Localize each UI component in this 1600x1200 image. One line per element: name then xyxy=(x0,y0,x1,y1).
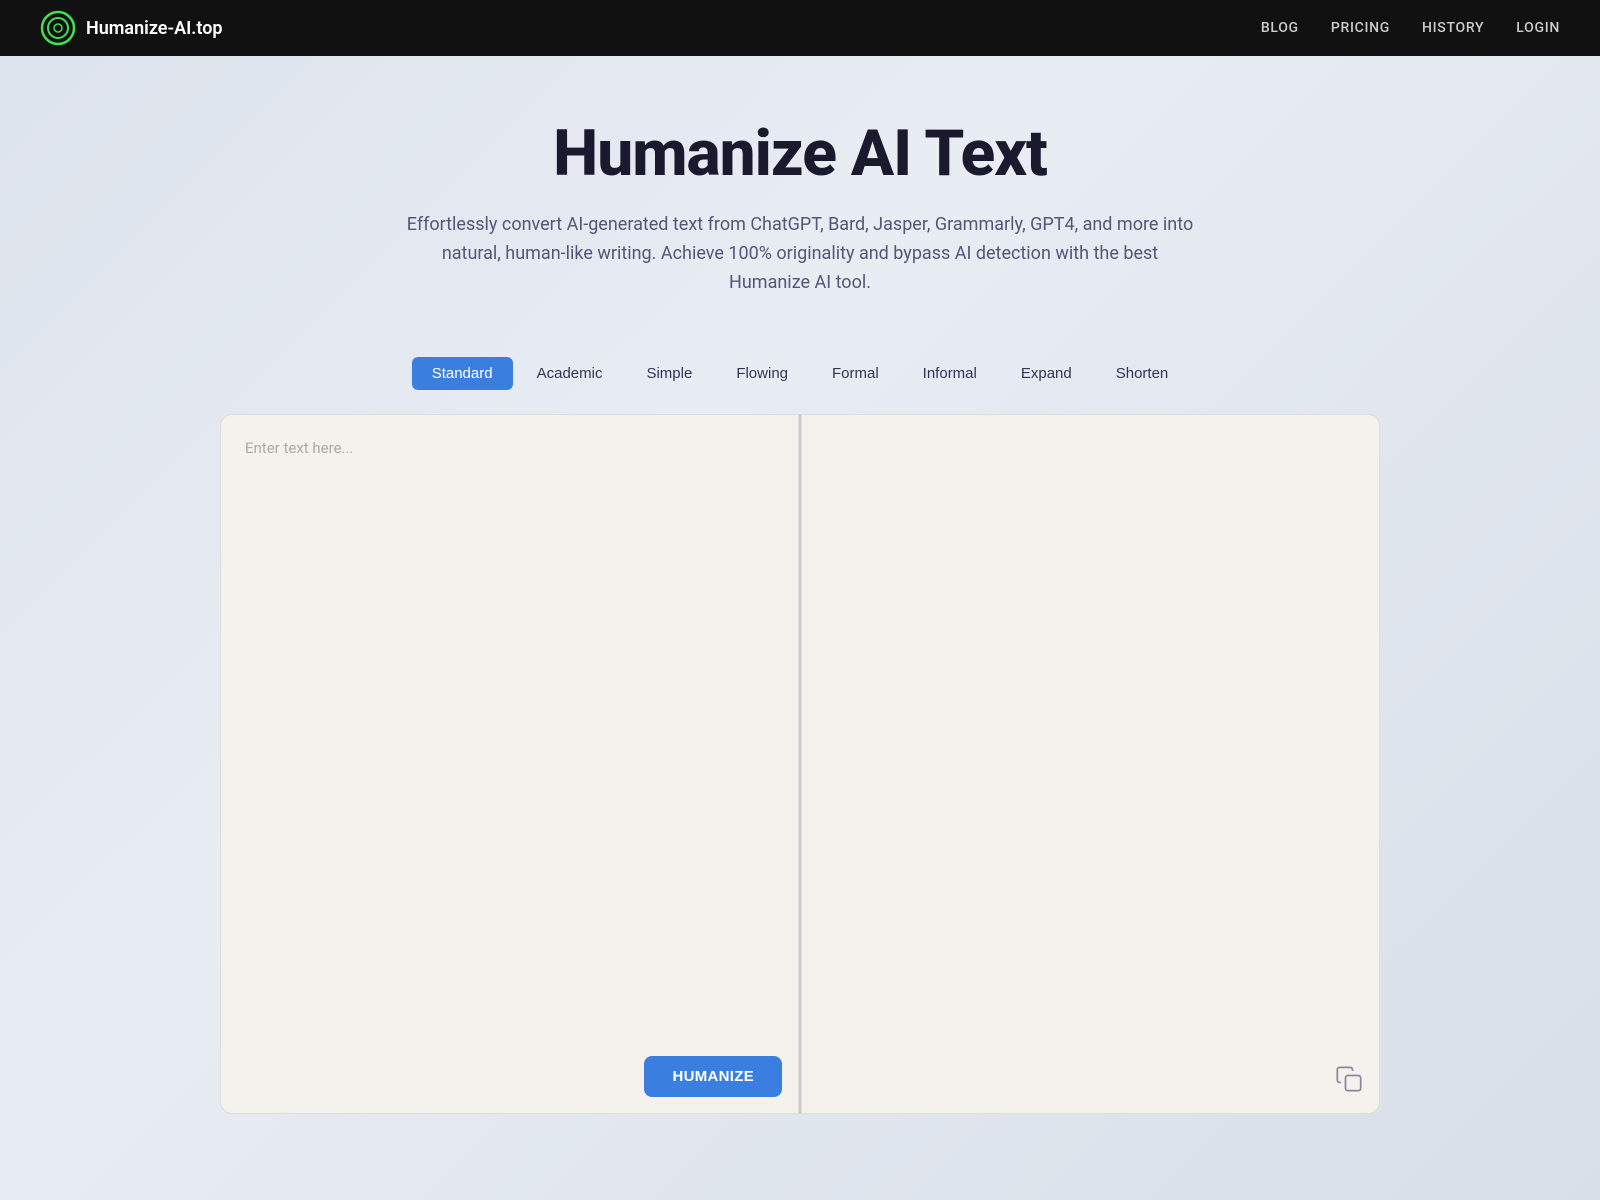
input-panel: HUMANIZE xyxy=(220,414,799,1114)
brand-logo-icon xyxy=(40,10,76,46)
nav-history[interactable]: HISTORY xyxy=(1422,20,1484,36)
brand-name: Humanize-AI.top xyxy=(86,18,223,39)
nav-pricing[interactable]: PRICING xyxy=(1331,20,1390,36)
copy-icon[interactable] xyxy=(1335,1065,1363,1093)
tab-informal[interactable]: Informal xyxy=(903,357,997,390)
output-panel-footer xyxy=(1335,1065,1363,1097)
nav-blog[interactable]: BLOG xyxy=(1261,20,1299,36)
editor-container: HUMANIZE xyxy=(200,414,1400,1114)
nav-links: BLOG PRICING HISTORY LOGIN xyxy=(1261,20,1560,36)
tab-flowing[interactable]: Flowing xyxy=(716,357,808,390)
brand: Humanize-AI.top xyxy=(40,10,223,46)
input-panel-footer: HUMANIZE xyxy=(644,1056,782,1097)
tab-academic[interactable]: Academic xyxy=(517,357,623,390)
nav-login[interactable]: LOGIN xyxy=(1516,20,1560,36)
tab-simple[interactable]: Simple xyxy=(626,357,712,390)
tab-shorten[interactable]: Shorten xyxy=(1096,357,1189,390)
tab-expand[interactable]: Expand xyxy=(1001,357,1092,390)
tabs-container: Standard Academic Simple Flowing Formal … xyxy=(0,337,1600,414)
output-area xyxy=(802,415,1379,1035)
hero-section: Humanize AI Text Effortlessly convert AI… xyxy=(0,56,1600,337)
tab-formal[interactable]: Formal xyxy=(812,357,899,390)
hero-subtitle: Effortlessly convert AI-generated text f… xyxy=(400,211,1200,297)
tab-standard[interactable]: Standard xyxy=(412,357,513,390)
output-panel xyxy=(801,414,1380,1114)
text-input[interactable] xyxy=(221,415,798,1035)
hero-title: Humanize AI Text xyxy=(20,116,1580,191)
navbar: Humanize-AI.top BLOG PRICING HISTORY LOG… xyxy=(0,0,1600,56)
humanize-button[interactable]: HUMANIZE xyxy=(644,1056,782,1097)
